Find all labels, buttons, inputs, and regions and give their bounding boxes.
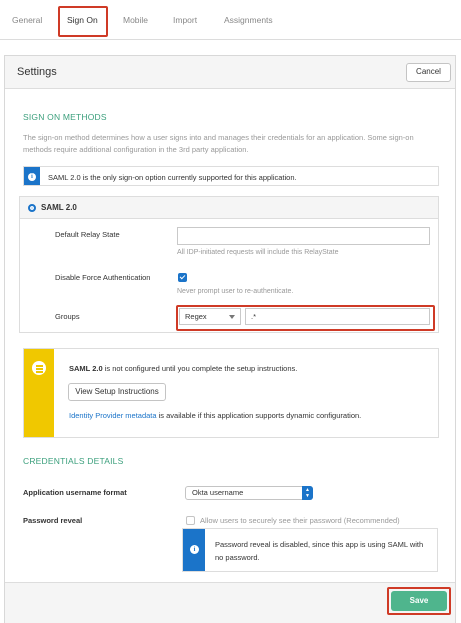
view-setup-instructions-button[interactable]: View Setup Instructions bbox=[68, 383, 166, 401]
password-info-text: Password reveal is disabled, since this … bbox=[215, 540, 424, 562]
cancel-button[interactable]: Cancel bbox=[406, 63, 451, 82]
groups-filter-value: Regex bbox=[185, 312, 207, 321]
idp-metadata-link[interactable]: Identity Provider metadata bbox=[69, 411, 157, 420]
info-icon: i bbox=[28, 173, 36, 181]
setup-warning-text: SAML 2.0 is not configured until you com… bbox=[69, 364, 298, 373]
info-icon: i bbox=[190, 545, 199, 554]
saml-radio[interactable] bbox=[28, 204, 36, 212]
password-reveal-option: Allow users to securely see their passwo… bbox=[200, 516, 400, 525]
groups-regex-input[interactable]: .* bbox=[245, 308, 430, 325]
saml-info-banner: i SAML 2.0 is the only sign-on option cu… bbox=[23, 166, 439, 186]
settings-header: Settings Cancel bbox=[5, 56, 455, 89]
groups-filter-select[interactable]: Regex bbox=[179, 308, 241, 325]
tab-bar: General Sign On Mobile Import Assignment… bbox=[0, 0, 461, 40]
groups-label: Groups bbox=[55, 312, 80, 321]
chevron-down-icon bbox=[229, 315, 235, 319]
sign-on-methods-heading: SIGN ON METHODS bbox=[23, 112, 107, 122]
disable-force-auth-hint: Never prompt user to re-authenticate. bbox=[177, 288, 294, 295]
username-format-label: Application username format bbox=[23, 488, 127, 497]
saml-radio-label: SAML 2.0 bbox=[41, 203, 77, 212]
list-icon bbox=[32, 361, 46, 375]
username-format-select[interactable]: Okta username ▲ ▼ bbox=[185, 486, 313, 500]
password-info-banner: i Password reveal is disabled, since thi… bbox=[182, 528, 438, 572]
tab-general[interactable]: General bbox=[12, 15, 42, 25]
default-relay-state-label: Default Relay State bbox=[55, 230, 120, 239]
setup-warning-box: SAML 2.0 is not configured until you com… bbox=[23, 348, 439, 438]
settings-title: Settings bbox=[17, 66, 57, 78]
tab-import[interactable]: Import bbox=[173, 15, 197, 25]
save-button[interactable]: Save bbox=[391, 591, 447, 611]
disable-force-auth-checkbox[interactable] bbox=[178, 273, 187, 282]
credentials-details-heading: CREDENTIALS DETAILS bbox=[23, 456, 124, 466]
password-reveal-checkbox[interactable] bbox=[186, 516, 195, 525]
default-relay-state-input[interactable] bbox=[177, 227, 430, 245]
saml-info-text: SAML 2.0 is the only sign-on option curr… bbox=[48, 173, 297, 182]
password-reveal-label: Password reveal bbox=[23, 516, 83, 525]
tab-sign-on[interactable]: Sign On bbox=[67, 15, 98, 25]
username-format-value: Okta username bbox=[192, 488, 244, 497]
tab-mobile[interactable]: Mobile bbox=[123, 15, 148, 25]
tab-assignments[interactable]: Assignments bbox=[224, 15, 273, 25]
select-stepper-icon: ▲ ▼ bbox=[302, 486, 313, 500]
settings-panel: Settings Cancel SIGN ON METHODS The sign… bbox=[4, 55, 456, 623]
default-relay-state-hint: All IDP-initiated requests will include … bbox=[177, 249, 339, 256]
disable-force-auth-label: Disable Force Authentication bbox=[55, 273, 151, 282]
sign-on-methods-description: The sign-on method determines how a user… bbox=[23, 133, 414, 154]
setup-footer-text: Identity Provider metadata is available … bbox=[69, 411, 362, 420]
